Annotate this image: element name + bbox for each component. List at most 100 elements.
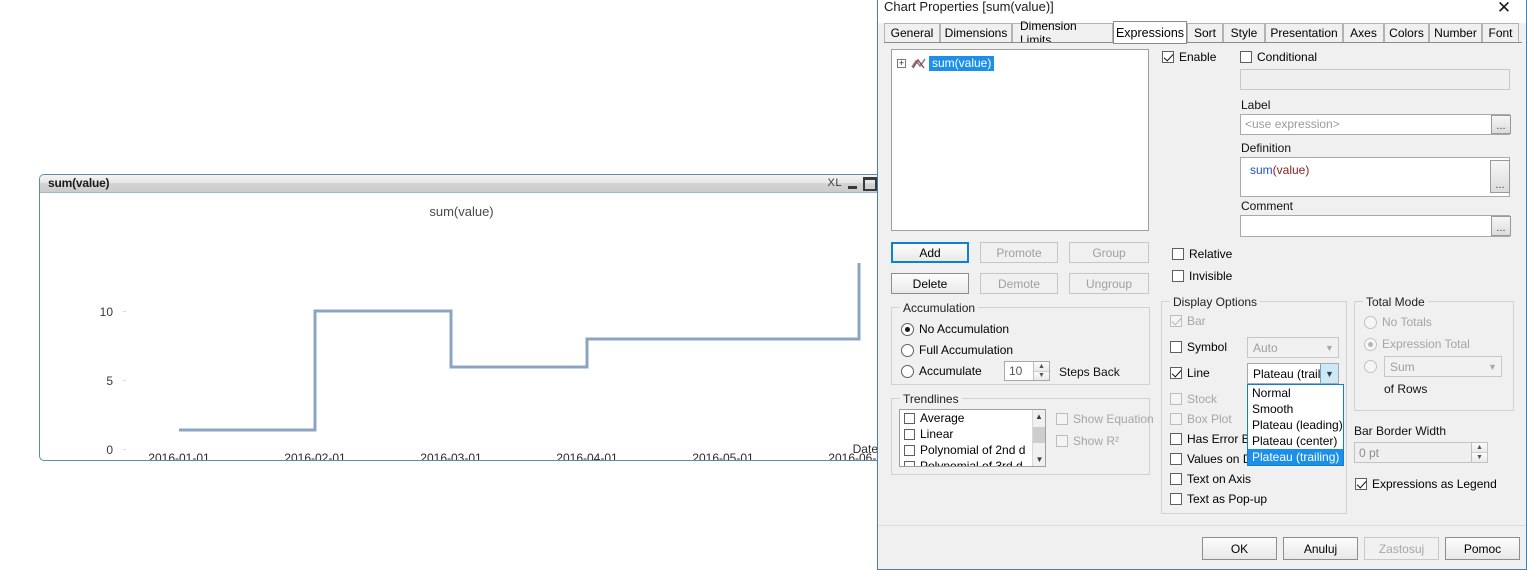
tab-style[interactable]: Style <box>1223 23 1265 43</box>
expression-tree[interactable]: + sum(value) <box>891 49 1149 231</box>
trendline-item-poly3[interactable]: Polynomial of 3rd d <box>900 458 1045 466</box>
conditional-label: Conditional <box>1257 50 1318 64</box>
display-options-group-title: Display Options <box>1170 295 1261 309</box>
dropdown-option-plateau-center[interactable]: Plateau (center) <box>1248 433 1343 449</box>
checkbox-box <box>904 444 915 456</box>
definition-browse-button[interactable]: ... <box>1490 160 1510 193</box>
ok-button[interactable]: OK <box>1202 537 1277 560</box>
no-accumulation-radio[interactable]: No Accumulation <box>901 322 1009 336</box>
checkbox-box <box>1056 413 1068 425</box>
chart-window-titlebar[interactable]: sum(value) XL <box>40 175 883 193</box>
label-input[interactable]: <use expression> <box>1240 114 1510 135</box>
trendline-item-average[interactable]: Average <box>900 410 1045 426</box>
trendline-label: Average <box>920 411 965 425</box>
symbol-checkbox[interactable]: Symbol <box>1170 340 1227 354</box>
minimize-icon[interactable] <box>848 185 857 189</box>
scroll-down-icon[interactable]: ▼ <box>1033 453 1045 466</box>
trendline-item-poly2[interactable]: Polynomial of 2nd d <box>900 442 1045 458</box>
steps-back-stepper[interactable]: 10 ▲ ▼ <box>1004 361 1050 381</box>
tab-general[interactable]: General <box>884 23 940 43</box>
enable-label: Enable <box>1179 50 1217 64</box>
symbol-combo: Auto ▼ <box>1247 337 1339 358</box>
comment-browse-button[interactable]: ... <box>1491 216 1511 236</box>
dropdown-option-plateau-leading[interactable]: Plateau (leading) <box>1248 417 1343 433</box>
chart-window-title: sum(value) <box>48 176 110 190</box>
radio-circle <box>901 322 914 336</box>
xl-export-icon[interactable]: XL <box>828 177 842 189</box>
x-axis-label: Date <box>853 442 879 456</box>
expressions-as-legend-checkbox[interactable]: Expressions as Legend <box>1355 477 1497 491</box>
scrollbar-thumb[interactable] <box>1033 427 1045 443</box>
line-style-dropdown-list[interactable]: Normal Smooth Plateau (leading) Plateau … <box>1247 384 1344 466</box>
dropdown-option-smooth[interactable]: Smooth <box>1248 401 1343 417</box>
trendlines-scrollbar[interactable]: ▲ ▼ <box>1032 410 1045 466</box>
chevron-down-icon[interactable]: ▼ <box>1320 364 1338 383</box>
help-button[interactable]: Pomoc <box>1445 537 1520 560</box>
tab-font[interactable]: Font <box>1482 23 1519 43</box>
line-style-combo[interactable]: Plateau (trailin ▼ <box>1247 363 1339 384</box>
tab-expressions[interactable]: Expressions <box>1113 21 1187 44</box>
add-button[interactable]: Add <box>891 242 969 263</box>
bar-border-width-value[interactable]: 0 pt <box>1355 443 1471 462</box>
tab-sort[interactable]: Sort <box>1187 23 1223 43</box>
expand-icon[interactable]: + <box>897 59 906 68</box>
comment-caption: Comment <box>1241 199 1294 213</box>
spin-up-icon[interactable]: ▲ <box>1034 362 1049 372</box>
invisible-checkbox[interactable]: Invisible <box>1172 269 1232 283</box>
conditional-input[interactable] <box>1240 69 1510 90</box>
accumulate-label: Accumulate <box>919 364 982 378</box>
tab-presentation[interactable]: Presentation <box>1265 23 1343 43</box>
dialog-titlebar[interactable]: Chart Properties [sum(value)] ✕ <box>878 0 1526 23</box>
conditional-checkbox[interactable]: Conditional <box>1240 50 1317 64</box>
tab-number[interactable]: Number <box>1429 23 1482 43</box>
tab-strip[interactable]: General Dimensions Dimension Limits Expr… <box>884 19 1522 47</box>
promote-button: Promote <box>980 242 1058 263</box>
enable-checkbox[interactable]: Enable <box>1162 50 1216 64</box>
checkbox-box <box>1170 413 1182 425</box>
steps-back-value[interactable]: 10 <box>1005 362 1033 380</box>
dropdown-option-plateau-trailing[interactable]: Plateau (trailing) <box>1248 449 1343 465</box>
text-as-popup-label: Text as Pop-up <box>1187 492 1268 506</box>
bar-border-width-spin-buttons[interactable]: ▲ ▼ <box>1471 443 1487 462</box>
relative-checkbox[interactable]: Relative <box>1172 247 1232 261</box>
checkbox-box <box>904 460 915 466</box>
text-as-popup-checkbox[interactable]: Text as Pop-up <box>1170 492 1267 506</box>
definition-input[interactable]: sum(value) <box>1240 157 1510 197</box>
label-browse-button[interactable]: ... <box>1491 115 1511 134</box>
text-on-axis-checkbox[interactable]: Text on Axis <box>1170 472 1251 486</box>
tab-axes[interactable]: Axes <box>1343 23 1384 43</box>
bar-checkbox: Bar <box>1170 314 1206 328</box>
dropdown-option-normal[interactable]: Normal <box>1248 385 1343 401</box>
expression-tree-item[interactable]: + sum(value) <box>897 56 995 71</box>
line-checkbox[interactable]: Line <box>1170 366 1210 380</box>
chart-window[interactable]: sum(value) XL sum(value) 10 5 0 2016-01-… <box>39 174 884 461</box>
tab-colors[interactable]: Colors <box>1384 23 1429 43</box>
trendlines-list[interactable]: Average Linear Polynomial of 2nd d Polyn… <box>899 409 1046 467</box>
cancel-button[interactable]: Anuluj <box>1283 537 1358 560</box>
scroll-up-icon[interactable]: ▲ <box>1033 410 1045 423</box>
checkbox-box <box>1240 51 1252 63</box>
comment-input[interactable] <box>1240 215 1510 237</box>
trendline-item-linear[interactable]: Linear <box>900 426 1045 442</box>
full-accumulation-label: Full Accumulation <box>919 343 1014 357</box>
delete-button[interactable]: Delete <box>891 273 969 294</box>
maximize-icon[interactable] <box>863 177 877 191</box>
y-tick-label: 5 <box>106 374 113 388</box>
line-label: Line <box>1187 366 1210 380</box>
spin-up-icon[interactable]: ▲ <box>1472 443 1487 453</box>
steps-back-spin-buttons[interactable]: ▲ ▼ <box>1033 362 1049 380</box>
of-rows-label: of Rows <box>1384 382 1428 396</box>
spin-down-icon[interactable]: ▼ <box>1034 371 1049 380</box>
chart-properties-dialog[interactable]: Chart Properties [sum(value)] ✕ General … <box>877 0 1527 570</box>
close-icon[interactable]: ✕ <box>1484 0 1524 21</box>
full-accumulation-radio[interactable]: Full Accumulation <box>901 343 1013 357</box>
tab-dimensions[interactable]: Dimensions <box>940 23 1012 43</box>
spin-down-icon[interactable]: ▼ <box>1472 453 1487 462</box>
chart-plot-area[interactable]: sum(value) 10 5 0 2016-01-01 2016-02-01 … <box>40 194 883 460</box>
bar-border-width-caption: Bar Border Width <box>1354 424 1447 438</box>
show-equation-checkbox: Show Equation <box>1056 412 1154 426</box>
bar-border-width-stepper[interactable]: 0 pt ▲ ▼ <box>1354 442 1488 463</box>
expression-tree-item-label: sum(value) <box>929 56 995 71</box>
tab-dimension-limits[interactable]: Dimension Limits <box>1012 19 1113 47</box>
accumulate-radio[interactable]: Accumulate <box>901 364 982 378</box>
